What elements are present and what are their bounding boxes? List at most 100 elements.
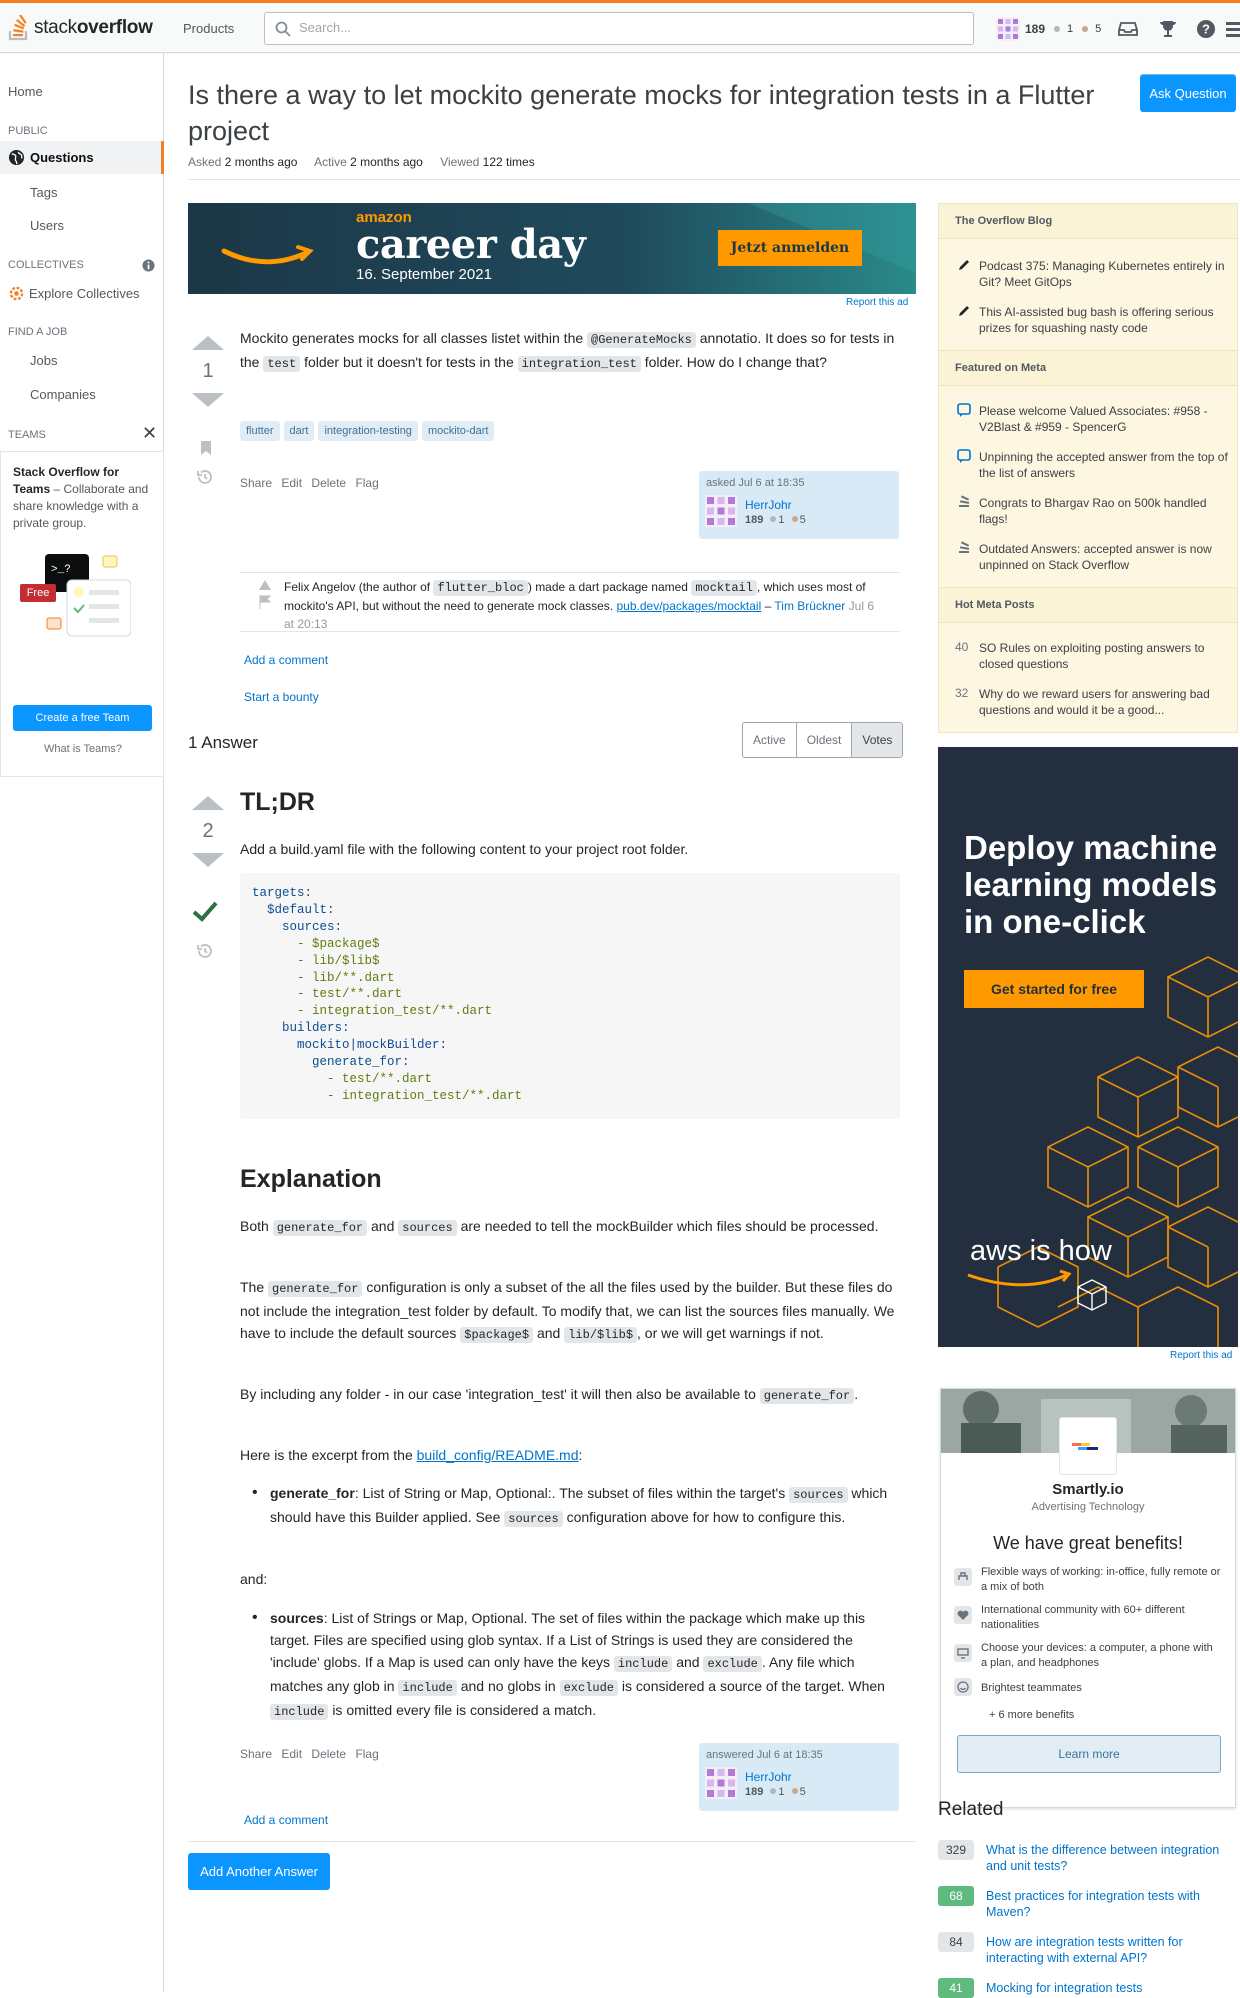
meta-item[interactable]: Please welcome Valued Associates: #958 -… [979,403,1229,435]
add-comment-link[interactable]: Add a comment [244,1813,328,1827]
downvote-arrow-icon[interactable] [192,393,224,407]
create-team-button[interactable]: Create a free Team [13,705,152,731]
delete-link[interactable]: Delete [311,1747,346,1761]
meta-item[interactable]: Unpinning the accepted answer from the t… [979,449,1229,481]
meta-item[interactable]: Outdated Answers: accepted answer is now… [979,541,1229,573]
code-key: mockito|mockBuilder: [252,1038,448,1053]
comment-code-1: flutter_bloc [433,580,528,596]
hot-meta-item[interactable]: SO Rules on exploiting posting answers t… [979,640,1229,672]
stackoverflow-logo[interactable]: stackoverflow [8,15,153,41]
upvote-arrow-icon[interactable] [192,796,224,810]
start-bounty-link[interactable]: Start a bounty [244,690,319,704]
b2-code-3: include [398,1680,457,1696]
tag-integration-testing[interactable]: integration-testing [318,421,418,441]
e1-text-1: Both [240,1218,269,1234]
related-link[interactable]: Best practices for integration tests wit… [986,1888,1236,1920]
aws-ad[interactable]: Deploy machine learning models in one-cl… [938,747,1238,1347]
learn-more-button[interactable]: Learn more [957,1735,1221,1773]
sort-oldest-tab[interactable]: Oldest [797,723,853,757]
stack-icon [959,495,970,507]
share-link[interactable]: Share [240,1747,272,1761]
what-is-teams-link[interactable]: What is Teams? [1,743,165,755]
flag-link[interactable]: Flag [355,476,378,490]
tag-dart[interactable]: dart [283,421,315,441]
e2-text-3: and [536,1325,561,1341]
achievements-icon[interactable] [1158,19,1178,39]
nav-questions[interactable]: Questions [0,141,164,174]
amazon-ad-banner[interactable]: amazon career day 16. September 2021 Jet… [188,203,916,294]
upvote-arrow-icon[interactable] [192,336,224,350]
share-link[interactable]: Share [240,476,272,490]
related-link[interactable]: Mocking for integration tests [986,1980,1236,1996]
products-menu[interactable]: Products [183,21,234,36]
ask-question-button[interactable]: Ask Question [1140,74,1236,112]
close-icon[interactable]: ✕ [142,423,157,444]
hot-meta-item[interactable]: Why do we reward users for answering bad… [979,686,1229,718]
pencil-icon [959,260,969,270]
tag-flutter[interactable]: flutter [240,421,280,441]
smartly-company-widget[interactable]: Smartly.io Advertising Technology We hav… [940,1388,1236,1808]
aws-ad-cta-button[interactable]: Get started for free [964,970,1144,1008]
user-reputation: 189 1 5 [745,514,806,526]
overflow-blog-widget: The Overflow Blog Podcast 375: Managing … [938,203,1238,733]
readme-link[interactable]: build_config/README.md [417,1447,579,1463]
bronze-count: 5 [799,1786,806,1798]
code-value: - test/**.dart [252,987,403,1002]
history-icon[interactable] [196,942,214,960]
search-bar[interactable] [264,12,974,45]
report-ad-link[interactable]: Report this ad [1170,1350,1232,1361]
comment-author-link[interactable]: Tim Brückner [774,599,845,613]
downvote-arrow-icon[interactable] [192,853,224,867]
inbox-icon[interactable] [1118,19,1138,39]
collectives-icon [9,286,24,301]
search-input[interactable] [297,19,947,36]
user-name-link[interactable]: HerrJohr [745,1770,792,1784]
ad-headline: career day [356,221,586,268]
edit-link[interactable]: Edit [281,476,302,490]
report-ad-link[interactable]: Report this ad [846,297,908,308]
e3-text-2: . [854,1386,859,1402]
e3-text-1: By including any folder - in our case 'i… [240,1386,756,1402]
comment-upvote-icon[interactable] [259,580,271,590]
meta-item[interactable]: Congrats to Bhargav Rao on 500k handled … [979,495,1229,527]
bookmark-icon[interactable] [200,440,212,456]
blog-item[interactable]: Podcast 375: Managing Kubernetes entirel… [979,258,1229,290]
help-icon[interactable]: ? [1196,19,1216,39]
rep-value: 189 [745,514,764,526]
blog-item[interactable]: This AI-assisted bug bash is offering se… [979,304,1229,336]
delete-link[interactable]: Delete [311,476,346,490]
user-avatar[interactable] [705,495,737,527]
hot-meta-heading: Hot Meta Posts [939,587,1237,623]
company-name[interactable]: Smartly.io [941,1481,1235,1498]
nav-home[interactable]: Home [8,84,43,99]
nav-explore-collectives[interactable]: Explore Collectives [29,286,140,301]
sort-active-tab[interactable]: Active [743,723,797,757]
nav-jobs[interactable]: Jobs [30,353,57,368]
benefit-item: Flexible ways of working: in-office, ful… [981,1566,1221,1593]
yaml-code-block[interactable]: targets: $default: sources: - $package$ … [240,873,900,1119]
question-title[interactable]: Is there a way to let mockito generate m… [188,77,1128,149]
ad-cta-button[interactable]: Jetzt anmelden [718,230,862,266]
info-icon[interactable] [142,259,155,272]
flag-link[interactable]: Flag [355,1747,378,1761]
active-value[interactable]: 2 months ago [350,155,423,169]
comment-flag-icon[interactable] [259,595,271,609]
history-icon[interactable] [196,468,214,486]
site-switcher-icon[interactable] [1226,19,1240,39]
sort-votes-tab[interactable]: Votes [852,723,903,757]
more-benefits[interactable]: + 6 more benefits [989,1709,1074,1721]
user-profile-link[interactable]: 189 1 5 [996,17,1101,41]
user-avatar[interactable] [705,1767,737,1799]
related-link[interactable]: How are integration tests written for in… [986,1934,1236,1966]
comment-link[interactable]: pub.dev/packages/mocktail [616,599,761,613]
edit-link[interactable]: Edit [281,1747,302,1761]
add-comment-link[interactable]: Add a comment [244,653,328,667]
nav-companies[interactable]: Companies [30,387,96,402]
nav-users[interactable]: Users [30,218,64,233]
user-name-link[interactable]: HerrJohr [745,498,792,512]
code-key: builders: [252,1021,350,1036]
tag-mockito-dart[interactable]: mockito-dart [421,421,495,441]
related-link[interactable]: What is the difference between integrati… [986,1842,1236,1874]
add-another-answer-button[interactable]: Add Another Answer [188,1853,330,1890]
nav-tags[interactable]: Tags [30,185,57,200]
